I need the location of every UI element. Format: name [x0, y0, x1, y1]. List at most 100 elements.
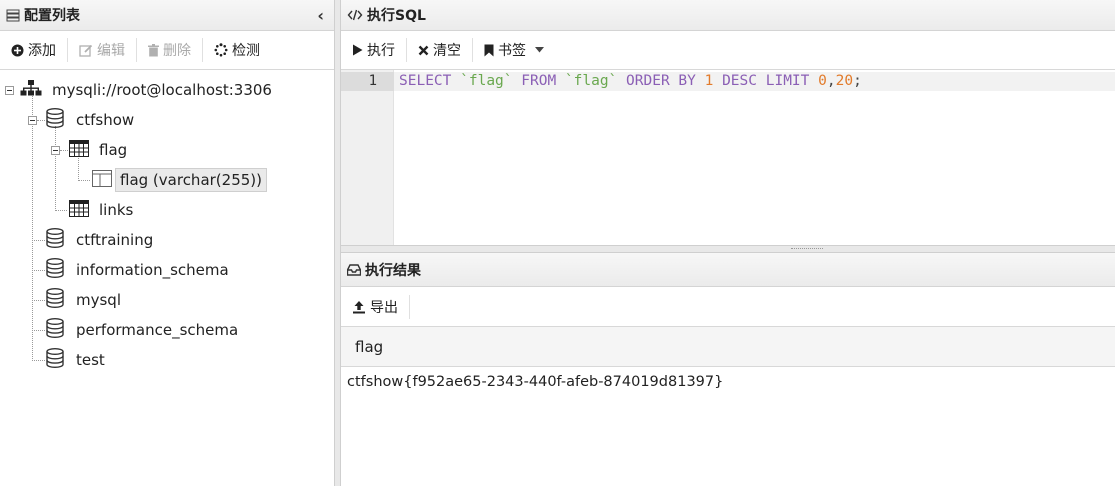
clear-button-label: 清空: [433, 43, 461, 59]
sql-keyword: SELECT: [399, 73, 452, 89]
tree-node-label: test: [76, 351, 105, 369]
tree-node-label: flag (varchar(255)): [115, 168, 267, 192]
results-panel-title: 执行结果: [365, 262, 421, 279]
sql-punctuation: ;: [853, 73, 862, 89]
column-header-label: flag: [355, 337, 384, 356]
sql-keyword: ORDER BY: [626, 73, 696, 89]
execute-button-label: 执行: [367, 43, 395, 59]
collapse-ctfshow-toggle[interactable]: [28, 116, 37, 125]
bookmark-icon: [484, 44, 494, 57]
add-button-label: 添加: [28, 43, 56, 59]
trash-icon: [148, 43, 159, 57]
inbox-icon: [347, 263, 361, 276]
sql-keyword: FROM: [521, 73, 557, 89]
result-column-header[interactable]: flag: [341, 327, 1115, 367]
tree-node-db-test[interactable]: test: [46, 345, 109, 375]
tree-node-label: performance_schema: [76, 321, 239, 339]
tree-connector: [55, 126, 56, 211]
add-button[interactable]: 添加: [0, 37, 67, 63]
database-icon: [46, 228, 64, 252]
play-icon: [352, 44, 363, 56]
tree-node-db-performance-schema[interactable]: performance_schema: [46, 315, 242, 345]
tree-node-label: flag: [99, 141, 128, 159]
tree-connector: [32, 330, 45, 331]
spinner-icon: [214, 43, 228, 57]
edit-button-label: 编辑: [97, 43, 125, 59]
tree-node-connection[interactable]: mysqli://root@localhost:3306: [20, 75, 276, 105]
tree-connector: [32, 96, 33, 361]
results-toolbar: 导出: [341, 287, 1115, 327]
sql-editor[interactable]: 1 SELECT `flag` FROM `flag` ORDER BY 1 D…: [341, 70, 1115, 246]
database-icon: [46, 348, 64, 372]
delete-button[interactable]: 删除: [137, 37, 202, 63]
caret-down-icon: [535, 47, 544, 53]
tree-node-label: ctftraining: [76, 231, 154, 249]
tree-node-column-flag[interactable]: flag (varchar(255)): [92, 165, 267, 195]
export-button[interactable]: 导出: [341, 294, 409, 320]
code-icon: [347, 9, 363, 21]
tree-node-db-ctftraining[interactable]: ctftraining: [46, 225, 157, 255]
tree-node-db-information-schema[interactable]: information_schema: [46, 255, 233, 285]
sql-identifier: `flag`: [460, 73, 513, 89]
tree-node-label: links: [99, 201, 134, 219]
config-list-header: 配置列表 ‹: [0, 0, 334, 31]
sql-workspace: 执行SQL 执行 清空 书签 1 SELECT `flag` FROM `fla…: [341, 0, 1115, 486]
edit-icon: [79, 44, 93, 57]
horizontal-splitter[interactable]: [341, 246, 1115, 253]
sql-keyword: DESC: [722, 73, 757, 89]
collapse-flag-table-toggle[interactable]: [51, 146, 60, 155]
results-panel-header: 执行结果: [341, 253, 1115, 287]
result-cell[interactable]: ctfshow{f952ae65-2343-440f-afeb-874019d8…: [341, 367, 1115, 397]
tree-connector: [32, 270, 45, 271]
tree-node-connection-label: mysqli://root@localhost:3306: [52, 81, 272, 99]
execute-button[interactable]: 执行: [341, 37, 406, 63]
sql-panel-title: 执行SQL: [367, 8, 426, 24]
tree-connector: [60, 150, 68, 151]
bookmark-button-label: 书签: [498, 43, 526, 59]
edit-button[interactable]: 编辑: [68, 37, 136, 63]
test-connection-button[interactable]: 检测: [203, 37, 271, 63]
clear-button[interactable]: 清空: [407, 37, 472, 63]
config-list-title: 配置列表: [24, 8, 80, 24]
database-icon: [46, 258, 64, 282]
sitemap-icon: [20, 79, 42, 101]
tree-node-table-flag[interactable]: flag: [69, 135, 131, 165]
editor-gutter: [341, 70, 394, 245]
bookmark-dropdown[interactable]: 书签: [473, 37, 555, 63]
database-icon: [46, 288, 64, 312]
sql-punctuation: ,: [826, 73, 836, 89]
collapse-left-panel-button[interactable]: ‹: [317, 6, 324, 25]
database-tree: mysqli://root@localhost:3306 ctfshow fla…: [0, 70, 334, 369]
database-icon: [46, 108, 64, 132]
tree-node-table-links[interactable]: links: [69, 195, 137, 225]
sql-number: 0: [818, 73, 827, 89]
export-button-label: 导出: [370, 299, 398, 316]
splitter-grip[interactable]: [791, 248, 823, 251]
collapse-connection-toggle[interactable]: [5, 86, 14, 95]
sql-number: 20: [835, 73, 854, 89]
toolbar-divider: [409, 294, 410, 319]
tree-connector: [32, 360, 45, 361]
test-button-label: 检测: [232, 43, 260, 59]
plus-circle-icon: [11, 44, 24, 57]
column-icon: [92, 169, 112, 191]
sql-keyword: LIMIT: [765, 73, 810, 89]
sql-toolbar: 执行 清空 书签: [341, 31, 1115, 70]
tree-node-label: mysql: [76, 291, 121, 309]
vertical-splitter[interactable]: [334, 0, 341, 486]
tree-node-label: information_schema: [76, 261, 229, 279]
config-toolbar: 添加 编辑 删除 检测: [0, 31, 334, 70]
tree-connector: [78, 180, 90, 181]
tree-node-label: ctfshow: [76, 111, 135, 129]
sql-number: 1: [704, 73, 714, 89]
server-list-icon: [6, 9, 20, 22]
tree-node-db-mysql[interactable]: mysql: [46, 285, 125, 315]
config-list-panel: 配置列表 ‹ 添加 编辑 删除 检测 mysqli://root@localho…: [0, 0, 334, 486]
tree-node-db-ctfshow[interactable]: ctfshow: [46, 105, 138, 135]
table-icon: [69, 139, 89, 161]
line-number: 1: [341, 72, 394, 91]
sql-code-line[interactable]: SELECT `flag` FROM `flag` ORDER BY 1 DES…: [394, 72, 1115, 91]
sql-identifier: `flag`: [564, 73, 618, 89]
upload-icon: [352, 300, 366, 314]
table-icon: [69, 199, 89, 221]
